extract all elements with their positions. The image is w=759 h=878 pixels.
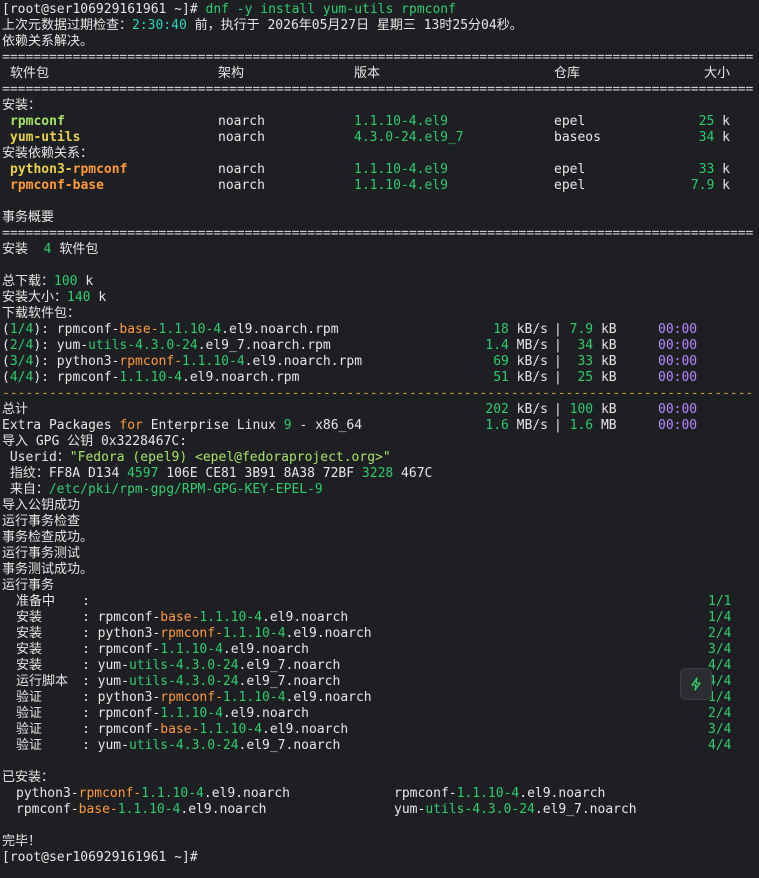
epel-row: Extra Packages for Enterprise Linux 9 - … [2,418,698,433]
userid-line: Userid："Fedora (epel9) <epel@fedoraproje… [2,450,391,465]
table-row: rpmconf noarch 1.1.10-4.el9 epel 25 k [2,114,757,130]
installing-deps-label: 安装依赖关系： [2,146,94,161]
transaction-row: 安装: python3-rpmconf-1.1.10-4.el9.noarch 2… [16,626,732,641]
pkg-size: 33 k [698,162,730,177]
post-line: 导入公钥成功 [2,498,81,513]
separator: ========================================… [2,82,754,97]
pkg-repo: epel [554,162,586,177]
post-line: 事务测试成功。 [2,562,94,577]
pkg-repo: epel [554,178,586,193]
metadata-line: 上次元数据过期检查：2:30:40 前，执行于 2026年05月27日 星期三 … [2,18,757,34]
total-row: 总计 202 kB/s | 100 kB 00:00 [2,402,698,417]
header-size: 大小 [703,66,730,81]
deps-resolved: 依赖关系解决。 [2,34,94,49]
pkg-arch: noarch [218,162,265,177]
separator: ========================================… [2,226,754,241]
total-download: 总下载：100 k [2,274,94,289]
table-row: rpmconf-base noarch 1.1.10-4.el9 epel 7.… [2,178,757,194]
post-line: 运行事务测试 [2,546,81,561]
pkg-version: 4.3.0-24.el9_7 [354,130,464,145]
metadata-time: 2:30:40 [132,18,187,33]
gpg-import: 导入 GPG 公钥 0x3228467C: [2,434,188,449]
pkg-size: 7.9 k [690,178,730,193]
download-row: (3/4): python3-rpmconf-1.1.10-4.el9.noar… [2,354,698,369]
transaction-row: 验证: rpmconf-base-1.1.10-4.el9.noarch 3/4 [16,722,732,737]
pkg-name: rpmconf [10,114,65,129]
header-version: 版本 [354,66,381,81]
pkg-version: 1.1.10-4.el9 [354,178,448,193]
prompt: [root@ser106929161961 ~]# [2,850,198,865]
pkg-name: yum-utils [10,130,81,145]
header-repo: 仓库 [554,66,581,81]
transaction-row: 验证: yum-utils-4.3.0-24.el9_7.noarch 4/4 [16,738,732,753]
pkg-name: rpmconf-base [10,178,104,193]
pkg-version: 1.1.10-4.el9 [354,162,448,177]
download-row: (2/4): yum-utils-4.3.0-24.el9_7.noarch.r… [2,338,698,353]
prompt: [root@ser106929161961 ~]# [2,2,198,17]
download-row: (4/4): rpmconf-1.1.10-4.el9.noarch.rpm 5… [2,370,698,385]
metadata-label: 上次元数据过期检查： [2,18,133,33]
post-line: 运行事务检查 [2,514,81,529]
metadata-mid: 前，执行于 [186,18,268,33]
command-line: [root@ser106929161961 ~]# dnf -y install… [2,2,757,18]
download-rate: 51 kB/s [493,370,548,385]
command-text: dnf -y install yum-utils rpmconf [197,2,456,17]
pkg-version: 1.1.10-4.el9 [354,114,448,129]
download-rate: 69 kB/s [493,354,548,369]
post-line: 事务检查成功。 [2,530,94,545]
pkg-arch: noarch [218,114,265,129]
lightning-icon[interactable] [680,668,712,700]
download-rate: 18 kB/s [493,322,548,337]
installed-label: 已安装： [2,770,55,785]
pkg-arch: noarch [218,130,265,145]
installed-row: rpmconf-base-1.1.10-4.el9.noarch yum-uti… [16,802,637,817]
downloading-label: 下载软件包： [2,306,81,321]
download-time: 00:00 [658,322,698,337]
header-package: 软件包 [10,66,50,81]
download-time: 00:00 [658,354,698,369]
pkg-repo: epel [554,114,586,129]
table-row: python3-rpmconf noarch 1.1.10-4.el9 epel… [2,162,757,178]
table-header: 软件包 架构 版本 仓库 大小 [2,66,757,82]
summary-label: 事务概要 [2,210,55,225]
from-line: 来自：/etc/pki/rpm-gpg/RPM-GPG-KEY-EPEL-9 [2,482,323,497]
transaction-row: 安装: rpmconf-1.1.10-4.el9.noarch 3/4 [16,642,732,657]
transaction-row: 准备中:1/1 [16,594,732,609]
post-line: 运行事务 [2,578,55,593]
download-row: (1/4): rpmconf-base-1.1.10-4.el9.noarch.… [2,322,698,337]
installing-label: 安装： [2,98,42,113]
download-time: 00:00 [658,370,698,385]
download-time: 00:00 [658,338,698,353]
pkg-repo: baseos [554,130,601,145]
install-count: 安装 4 软件包 [2,242,99,257]
fingerprint-line: 指纹：FF8A D134 4597 106E CE81 3B91 8A38 72… [2,466,433,481]
download-rate: 1.4 MB/s [485,338,548,353]
metadata-date: 2026年05月27日 星期三 13时25分04秒。 [267,18,523,33]
complete-line: 完毕！ [2,834,42,849]
terminal-window[interactable]: [root@ser106929161961 ~]# dnf -y install… [0,0,759,878]
dash-separator: ----------------------------------------… [2,386,754,401]
install-size: 安装大小：140 k [2,290,107,305]
pkg-arch: noarch [218,178,265,193]
transaction-row: 验证: python3-rpmconf-1.1.10-4.el9.noarch 1… [16,690,732,705]
transaction-row: 安装: yum-utils-4.3.0-24.el9_7.noarch 4/4 [16,658,732,673]
pkg-size: 25 k [698,114,730,129]
pkg-size: 34 k [698,130,730,145]
transaction-row: 安装: rpmconf-base-1.1.10-4.el9.noarch 1/4 [16,610,732,625]
pkg-name: python3-rpmconf [10,162,128,177]
separator: ========================================… [2,50,754,65]
lightning-icon-glyph [691,677,701,691]
final-prompt-line[interactable]: [root@ser106929161961 ~]# [2,850,757,866]
header-arch: 架构 [218,66,245,81]
installed-row: python3-rpmconf-1.1.10-4.el9.noarch rpmc… [16,786,606,801]
table-row: yum-utils noarch 4.3.0-24.el9_7 baseos 3… [2,130,757,146]
transaction-row: 验证: rpmconf-1.1.10-4.el9.noarch 2/4 [16,706,732,721]
transaction-row: 运行脚本: yum-utils-4.3.0-24.el9_7.noarch 4/4 [16,674,732,689]
